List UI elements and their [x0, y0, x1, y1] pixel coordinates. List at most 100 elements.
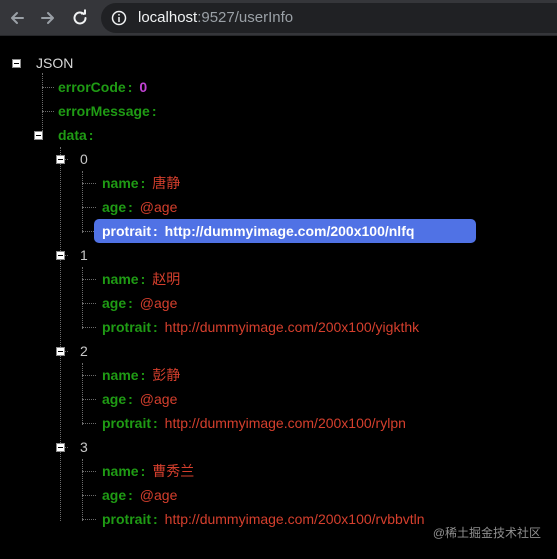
protrait-value: http://dummyimage.com/200x100/nlfq	[164, 223, 415, 239]
age-value: @age	[139, 487, 178, 503]
array-index-row[interactable]: 1	[80, 243, 88, 267]
url-path: :9527/userInfo	[197, 9, 294, 26]
name-key: name	[102, 367, 139, 383]
key-separator: :	[128, 487, 133, 503]
json-viewer: JSON errorCode:0 errorMessage: data: 0 n…	[0, 37, 557, 559]
protrait-value: http://dummyimage.com/200x100/rylpn	[164, 415, 406, 431]
error-code-key: errorCode	[58, 79, 126, 95]
key-separator: :	[128, 199, 133, 215]
tree-guide	[82, 171, 83, 233]
tree-guide	[82, 183, 96, 184]
name-row[interactable]: name: 彭静	[102, 363, 180, 387]
age-key: age	[102, 391, 127, 407]
tree-guide	[82, 267, 83, 329]
error-message-row[interactable]: errorMessage:	[58, 99, 164, 123]
protrait-key: protrait	[102, 415, 151, 431]
collapse-toggle-icon[interactable]	[12, 59, 21, 68]
array-index-row[interactable]: 3	[80, 435, 88, 459]
age-key: age	[102, 199, 127, 215]
tree-guide	[82, 423, 96, 424]
name-value: 彭静	[152, 367, 181, 383]
tree-guide	[82, 459, 83, 521]
json-root-label: JSON	[36, 55, 74, 71]
tree-guide	[42, 87, 54, 88]
url-text[interactable]: localhost:9527/userInfo	[138, 9, 293, 27]
tree-guide	[60, 147, 61, 521]
age-row[interactable]: age: @age	[102, 387, 177, 411]
tree-guide	[82, 279, 96, 280]
key-separator: :	[128, 295, 133, 311]
back-arrow-icon	[11, 12, 24, 24]
reload-button[interactable]	[68, 6, 92, 30]
age-value: @age	[139, 199, 178, 215]
key-separator: :	[127, 79, 133, 95]
collapse-toggle-icon[interactable]	[34, 131, 43, 140]
key-separator: :	[153, 319, 158, 335]
tree-guide	[82, 375, 96, 376]
protrait-value: http://dummyimage.com/200x100/rvbbvtln	[164, 511, 425, 527]
array-index-row[interactable]: 0	[80, 147, 88, 171]
key-separator: :	[140, 463, 146, 479]
key-separator: :	[153, 511, 158, 527]
age-key: age	[102, 295, 127, 311]
key-separator: :	[151, 103, 157, 119]
tree-guide	[82, 207, 96, 208]
array-index: 2	[80, 343, 88, 359]
name-value: 赵明	[152, 271, 181, 287]
key-separator: :	[140, 175, 146, 191]
array-index: 1	[80, 247, 88, 263]
protrait-key: protrait	[102, 223, 151, 239]
address-bar[interactable]: localhost:9527/userInfo	[101, 3, 557, 33]
key-separator: :	[128, 391, 133, 407]
forward-button[interactable]	[36, 6, 60, 30]
age-row[interactable]: age: @age	[102, 195, 177, 219]
url-host: localhost	[138, 9, 198, 26]
protrait-key: protrait	[102, 511, 151, 527]
info-icon[interactable]	[111, 10, 127, 26]
error-message-key: errorMessage	[58, 103, 150, 119]
array-index: 3	[80, 439, 88, 455]
tree-guide	[82, 303, 96, 304]
name-value: 曹秀兰	[152, 463, 195, 479]
protrait-row-selected[interactable]: protrait: http://dummyimage.com/200x100/n…	[102, 219, 414, 243]
name-key: name	[102, 175, 139, 191]
protrait-row[interactable]: protrait: http://dummyimage.com/200x100/r…	[102, 411, 406, 435]
error-code-row[interactable]: errorCode:0	[58, 75, 147, 99]
error-code-value: 0	[139, 79, 148, 95]
key-separator: :	[88, 127, 94, 143]
age-key: age	[102, 487, 127, 503]
name-key: name	[102, 271, 139, 287]
browser-toolbar: localhost:9527/userInfo	[0, 0, 557, 36]
name-row[interactable]: name: 唐静	[102, 171, 180, 195]
tree-guide	[82, 471, 96, 472]
tree-guide	[82, 399, 96, 400]
protrait-row[interactable]: protrait: http://dummyimage.com/200x100/y…	[102, 315, 419, 339]
tree-guide	[82, 363, 83, 425]
name-value: 唐静	[152, 175, 181, 191]
name-row[interactable]: name: 赵明	[102, 267, 180, 291]
protrait-value: http://dummyimage.com/200x100/yigkthk	[164, 319, 420, 335]
reload-icon	[73, 9, 87, 25]
array-index-row[interactable]: 2	[80, 339, 88, 363]
tree-guide	[42, 73, 43, 135]
key-separator: :	[140, 367, 146, 383]
name-row[interactable]: name: 曹秀兰	[102, 459, 194, 483]
collapse-toggle-icon[interactable]	[56, 155, 65, 164]
tree-guide	[82, 495, 96, 496]
back-button[interactable]	[5, 6, 29, 30]
array-index: 0	[80, 151, 88, 167]
collapse-toggle-icon[interactable]	[56, 443, 65, 452]
age-row[interactable]: age: @age	[102, 291, 177, 315]
key-separator: :	[140, 271, 146, 287]
name-key: name	[102, 463, 139, 479]
json-root-row[interactable]: JSON	[36, 51, 73, 75]
age-row[interactable]: age: @age	[102, 483, 177, 507]
data-row[interactable]: data:	[58, 123, 100, 147]
collapse-toggle-icon[interactable]	[56, 251, 65, 260]
forward-arrow-icon	[41, 12, 54, 24]
tree-guide	[82, 327, 96, 328]
collapse-toggle-icon[interactable]	[56, 347, 65, 356]
protrait-row[interactable]: protrait: http://dummyimage.com/200x100/r…	[102, 507, 425, 531]
age-value: @age	[139, 295, 178, 311]
watermark: @稀土掘金技术社区	[432, 526, 541, 540]
